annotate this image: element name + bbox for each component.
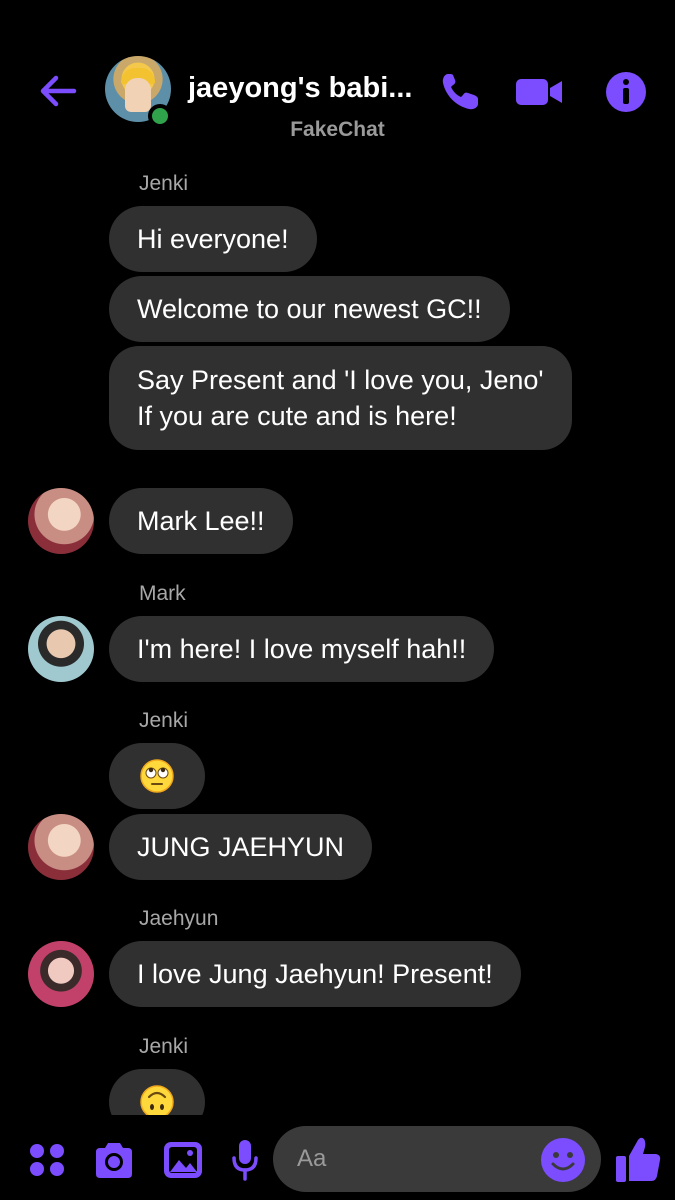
gallery-icon[interactable] <box>162 1138 204 1182</box>
message-bubble[interactable]: Say Present and 'I love you, Jeno' If yo… <box>109 346 572 450</box>
message-bubble[interactable]: Welcome to our newest GC!! <box>109 276 510 342</box>
message-bubble[interactable]: JUNG JAEHYUN <box>109 814 373 880</box>
thumbs-up-icon[interactable] <box>614 1134 662 1184</box>
phone-icon[interactable] <box>436 68 486 116</box>
emoji-icon[interactable] <box>540 1137 586 1183</box>
message-input[interactable] <box>297 1126 537 1192</box>
apps-grid-icon[interactable] <box>28 1138 66 1182</box>
avatar[interactable] <box>28 814 94 880</box>
sender-name: Jenki <box>139 1035 189 1058</box>
message-bubble[interactable]: Hi everyone! <box>109 206 317 272</box>
chat-header: jaeyong's babi... FakeChat <box>0 0 675 160</box>
back-arrow-icon[interactable] <box>36 68 82 114</box>
emoji-message[interactable] <box>109 743 205 809</box>
emoji-message[interactable] <box>109 1069 205 1115</box>
sender-name: Jaehyun <box>139 907 219 930</box>
avatar[interactable] <box>28 616 94 682</box>
message-bubble[interactable]: Mark Lee!! <box>109 488 293 554</box>
chat-subtitle: FakeChat <box>290 118 385 141</box>
camera-icon[interactable] <box>92 1138 136 1182</box>
rolling-eyes-emoji-icon <box>140 759 174 793</box>
video-camera-icon[interactable] <box>514 68 564 116</box>
message-list[interactable]: Jenki Hi everyone! Welcome to our newest… <box>0 160 675 1115</box>
info-icon[interactable] <box>601 68 651 116</box>
message-bubble[interactable]: I'm here! I love myself hah!! <box>109 616 495 682</box>
sender-name: Jenki <box>139 709 189 732</box>
microphone-icon[interactable] <box>229 1138 261 1182</box>
chat-screen: jaeyong's babi... FakeChat Jenki Hi ever… <box>0 0 675 1200</box>
avatar[interactable] <box>28 941 94 1007</box>
message-bubble[interactable]: I love Jung Jaehyun! Present! <box>109 941 521 1007</box>
upside-down-face-emoji-icon <box>140 1085 174 1115</box>
avatar[interactable] <box>28 488 94 554</box>
sender-name: Mark <box>139 582 186 605</box>
chat-title[interactable]: jaeyong's babi... <box>188 72 418 105</box>
sender-name: Jenki <box>139 172 189 195</box>
